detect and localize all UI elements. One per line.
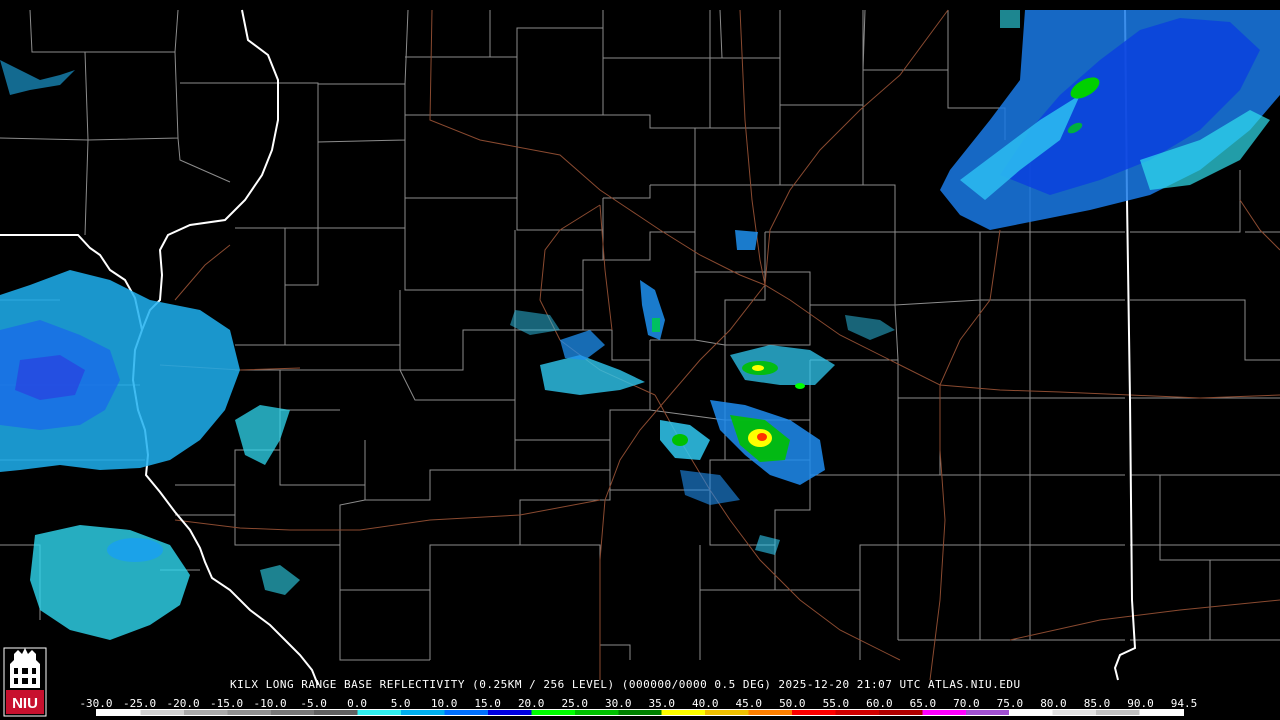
colorbar-labels: -30.0 -25.0 -20.0 -15.0 -10.0 -5.0 0.0 5.0 10.0 1… (79, 697, 1197, 710)
niu-tower-logo-icon: NIU (3, 647, 47, 717)
product-caption: KILX LONG RANGE BASE REFLECTIVITY (0.25K… (230, 678, 1021, 691)
reflectivity-colorbar (96, 709, 1184, 716)
logo-text: NIU (12, 695, 38, 712)
radar-map: NIU (0, 0, 1280, 720)
